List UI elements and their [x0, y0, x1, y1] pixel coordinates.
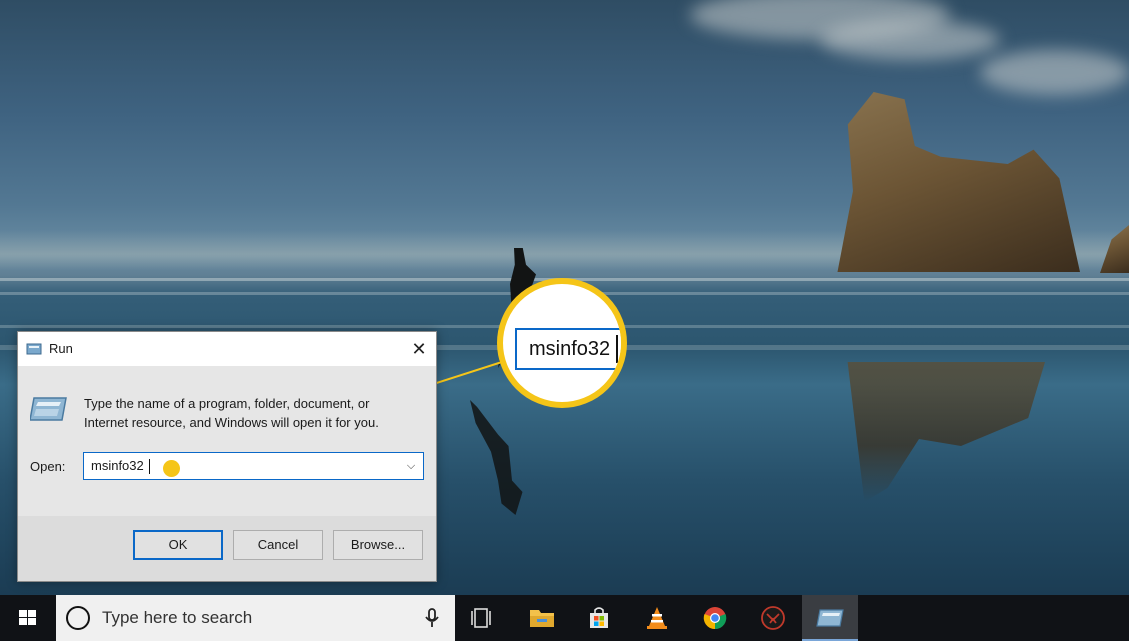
- close-icon: ✕: [411, 339, 427, 359]
- magnified-text: msinfo32: [529, 338, 611, 360]
- cloud: [820, 20, 1000, 60]
- microphone-icon[interactable]: [424, 607, 440, 629]
- dialog-footer: OK Cancel Browse...: [18, 516, 436, 581]
- dialog-description: Type the name of a program, folder, docu…: [84, 396, 379, 430]
- open-label: Open:: [30, 459, 66, 474]
- sea-stack-rock: [837, 92, 1080, 272]
- ok-button[interactable]: OK: [133, 530, 223, 560]
- app-icon[interactable]: [748, 595, 798, 641]
- dialog-title: Run: [49, 341, 73, 356]
- cloud: [980, 50, 1129, 95]
- file-explorer-icon[interactable]: [516, 595, 566, 641]
- callout-dot: [163, 460, 180, 477]
- run-dialog: Run ✕ Type the name of a program, folder…: [17, 331, 437, 582]
- taskbar: Type here to search: [0, 595, 1129, 641]
- task-view-icon[interactable]: [458, 595, 508, 641]
- run-program-icon: [30, 397, 67, 421]
- run-app-icon[interactable]: [802, 595, 858, 641]
- start-button[interactable]: [0, 595, 56, 641]
- windows-logo-icon: [19, 610, 37, 626]
- magnified-input: msinfo32: [515, 328, 621, 370]
- text-caret: [149, 459, 150, 474]
- chevron-down-icon[interactable]: ⌵: [401, 454, 421, 478]
- magnifier-callout: msinfo32: [497, 278, 627, 408]
- cancel-button[interactable]: Cancel: [233, 530, 323, 560]
- open-input-value[interactable]: msinfo32: [91, 458, 144, 473]
- close-button[interactable]: ✕: [406, 336, 432, 362]
- search-placeholder: Type here to search: [102, 608, 253, 627]
- vlc-icon[interactable]: [632, 595, 682, 641]
- dialog-body: [18, 366, 436, 516]
- run-icon: [26, 343, 42, 355]
- magnified-caret: [616, 335, 618, 363]
- open-combobox[interactable]: msinfo32 ⌵: [83, 452, 424, 480]
- dialog-titlebar: Run ✕: [18, 332, 436, 366]
- taskbar-search-box[interactable]: Type here to search: [56, 595, 455, 641]
- browse-button[interactable]: Browse...: [333, 530, 423, 560]
- rock-reflection: [847, 362, 1045, 502]
- chrome-icon[interactable]: [690, 595, 740, 641]
- runner-reflection: [470, 400, 523, 515]
- microsoft-store-icon[interactable]: [574, 595, 624, 641]
- cortana-icon[interactable]: [66, 606, 90, 630]
